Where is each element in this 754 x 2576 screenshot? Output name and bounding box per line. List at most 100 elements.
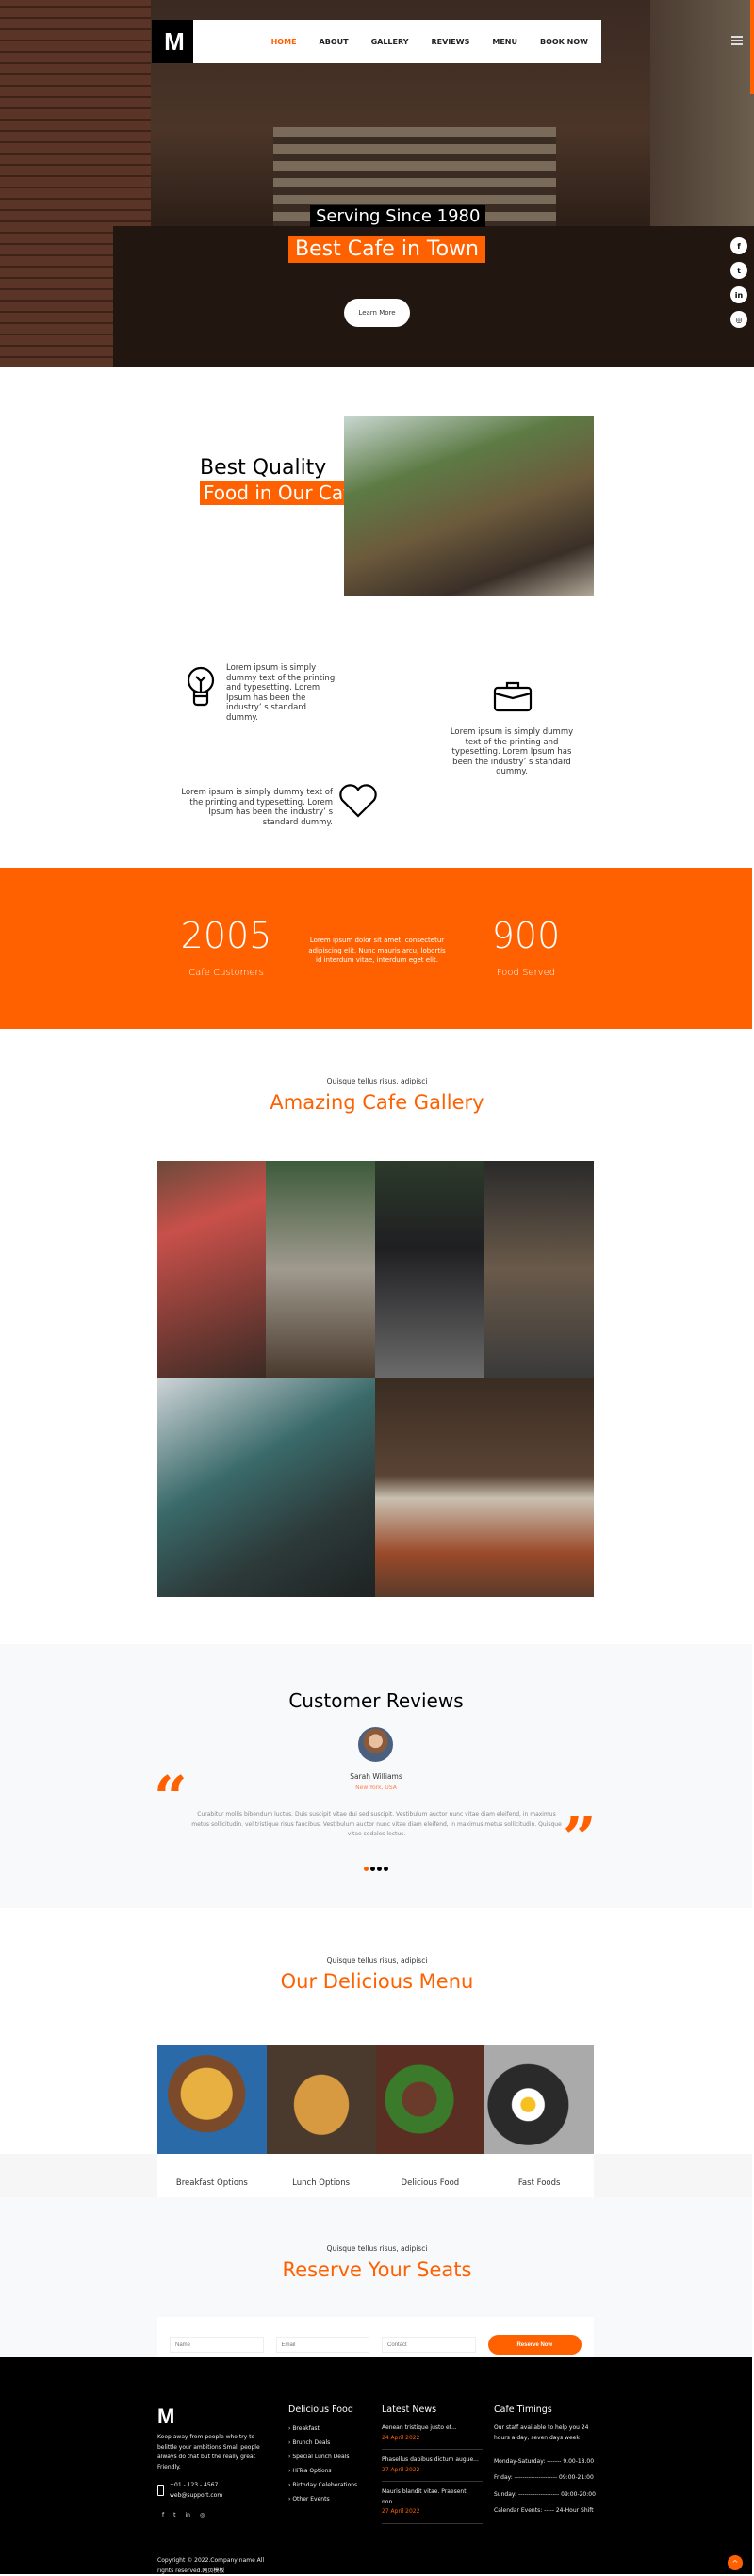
footer: M Keep away from people who try to belit…: [0, 2357, 752, 2574]
food-link[interactable]: › Brunch Deals: [288, 2436, 357, 2450]
nav-reviews[interactable]: REVIEWS: [432, 38, 470, 46]
heart-icon: [339, 784, 377, 818]
menu-item-name: Lunch Options: [292, 2178, 351, 2188]
contact-input[interactable]: [382, 2337, 476, 2353]
menu-captions: Breakfast OptionsStarting at $49 Lunch O…: [157, 2154, 594, 2210]
footer-about: Keep away from people who try to belittl…: [157, 2434, 260, 2470]
menu-image-fastfood[interactable]: [484, 2045, 594, 2154]
gallery-image[interactable]: [484, 1161, 594, 1378]
food-links: › Breakfast › Brunch Deals › Special Lun…: [288, 2421, 357, 2506]
hero-kicker: Serving Since 1980: [310, 205, 486, 227]
news-title: Latest News: [382, 2405, 437, 2415]
gallery-title: Amazing Cafe Gallery: [270, 1091, 484, 1114]
carousel-dot-active[interactable]: [364, 1867, 369, 1871]
feature-text-2: Lorem ipsum is simply dummy text of the …: [450, 727, 574, 776]
nav-menu-link[interactable]: MENU: [492, 38, 517, 46]
hamburger-menu-icon[interactable]: [731, 36, 743, 45]
logo[interactable]: M: [152, 20, 193, 63]
menu-item[interactable]: Fast FoodsNew Deals: [484, 2154, 594, 2210]
news-item[interactable]: Mauris blandit vitae. Praesent non... 27 …: [382, 2487, 483, 2524]
feature-text-3: Lorem ipsum is simply dummy text of the …: [181, 788, 333, 827]
twitter-icon[interactable]: t: [173, 2511, 175, 2521]
news-item[interactable]: Aenean tristique justo et... 24 April 202…: [382, 2423, 483, 2450]
reserve-subtitle: Quisque tellus risus, adipisci: [326, 2244, 428, 2253]
carousel-dot[interactable]: [377, 1867, 382, 1871]
instagram-icon[interactable]: ◎: [200, 2511, 205, 2521]
menu-image-lunch[interactable]: [266, 2045, 376, 2154]
nav-home[interactable]: HOME: [271, 38, 297, 46]
news-item[interactable]: Phasellus dapibus dictum augue... 27 Apri…: [382, 2455, 483, 2482]
gallery-image[interactable]: [375, 1161, 484, 1378]
navbar: M HOME ABOUT GALLERY REVIEWS MENU BOOK N…: [152, 20, 601, 63]
about-title-line1: Best Quality: [200, 456, 327, 480]
linkedin-icon[interactable]: in: [185, 2511, 189, 2521]
stat-customers-value: 2005: [180, 915, 272, 956]
briefcase-icon: [493, 681, 533, 712]
food-link[interactable]: › Special Lunch Deals: [288, 2450, 357, 2464]
stat-food-label: Food Served: [496, 968, 556, 978]
email-input[interactable]: [275, 2337, 370, 2353]
food-link[interactable]: › HiTea Options: [288, 2464, 357, 2478]
learn-more-button[interactable]: Learn More: [344, 299, 410, 327]
stats-description: Lorem ipsum dolor sit amet, consectetur …: [308, 937, 446, 964]
lightbulb-icon: [187, 666, 215, 707]
menu-item-name: Breakfast Options: [175, 2178, 248, 2188]
gallery-image[interactable]: [266, 1161, 375, 1378]
menu-images: [157, 2045, 594, 2154]
gallery-image[interactable]: [375, 1378, 594, 1597]
carousel-dot[interactable]: [384, 1867, 388, 1871]
reviewer-location: New York, USA: [355, 1785, 397, 1791]
reviews-title: Customer Reviews: [288, 1689, 464, 1712]
linkedin-icon[interactable]: in: [730, 286, 747, 303]
food-link[interactable]: › Other Events: [288, 2492, 357, 2506]
review-carousel-dots: [0, 1857, 752, 1875]
reviews-section: Customer Reviews Sarah Williams New York…: [0, 1644, 752, 1908]
food-link[interactable]: › Birthday Celeberations: [288, 2478, 357, 2492]
menu-title: Our Delicious Menu: [280, 1970, 474, 1993]
reserve-title: Reserve Your Seats: [282, 2258, 472, 2281]
review-text: Curabitur mollis bibendum luctus. Duis s…: [191, 1811, 562, 1837]
nav-gallery[interactable]: GALLERY: [371, 38, 409, 46]
menu-item[interactable]: Delicious FoodOn Demand: [376, 2154, 485, 2210]
reserve-now-button[interactable]: Reserve Now: [487, 2335, 582, 2355]
reviewer-name: Sarah Williams: [350, 1772, 402, 1781]
facebook-icon[interactable]: f: [162, 2511, 164, 2521]
gallery-subtitle: Quisque tellus risus, adipisci: [326, 1077, 428, 1085]
footer-social: f t in ◎: [162, 2511, 205, 2521]
timings-title: Cafe Timings: [494, 2405, 552, 2415]
nav-book-now[interactable]: BOOK NOW: [540, 38, 588, 46]
phone-icon: [157, 2485, 164, 2496]
back-to-top-button[interactable]: ^: [728, 2555, 743, 2570]
stats-section: 2005 Cafe Customers Lorem ipsum dolor si…: [0, 868, 752, 1029]
footer-phone: +01 - 123 - 4567: [170, 2482, 219, 2488]
menu-item-name: Fast Foods: [517, 2178, 561, 2188]
footer-email[interactable]: web@support.com: [170, 2491, 222, 2502]
scrollbar[interactable]: [750, 0, 754, 94]
reviewer-avatar: [358, 1727, 393, 1762]
timings-intro: Our staff available to help you 24 hours…: [494, 2424, 589, 2441]
news-list: Aenean tristique justo et... 24 April 202…: [382, 2423, 483, 2530]
feature-text-1: Lorem ipsum is simply dummy text of the …: [226, 663, 336, 723]
food-link[interactable]: › Breakfast: [288, 2421, 357, 2436]
nav-menu: HOME ABOUT GALLERY REVIEWS MENU BOOK NOW: [271, 38, 588, 46]
timings-list: Monday-Saturday: ------- 9.00-18.00 Frida…: [494, 2458, 596, 2514]
stat-food-value: 900: [491, 915, 561, 956]
menu-image-breakfast[interactable]: [157, 2045, 267, 2154]
copyright: Copyright © 2022.Company name All rights…: [157, 2557, 265, 2574]
stat-customers-label: Cafe Customers: [188, 968, 264, 978]
footer-logo[interactable]: M: [157, 2405, 174, 2429]
gallery-image[interactable]: [157, 1378, 375, 1597]
menu-item[interactable]: Lunch OptionsStarting at $150: [267, 2154, 376, 2210]
carousel-dot[interactable]: [370, 1867, 375, 1871]
facebook-icon[interactable]: f: [730, 237, 747, 254]
instagram-icon[interactable]: ◎: [730, 311, 747, 328]
gallery-image[interactable]: [157, 1161, 266, 1378]
name-input[interactable]: [170, 2337, 264, 2353]
open-quote-icon: “: [154, 1763, 188, 1832]
menu-image-delicious[interactable]: [375, 2045, 485, 2154]
menu-item[interactable]: Breakfast OptionsStarting at $49: [157, 2154, 267, 2210]
nav-about[interactable]: ABOUT: [320, 38, 349, 46]
hero-title: Best Cafe in Town: [288, 236, 485, 263]
twitter-icon[interactable]: t: [730, 262, 747, 279]
food-title: Delicious Food: [288, 2405, 353, 2415]
